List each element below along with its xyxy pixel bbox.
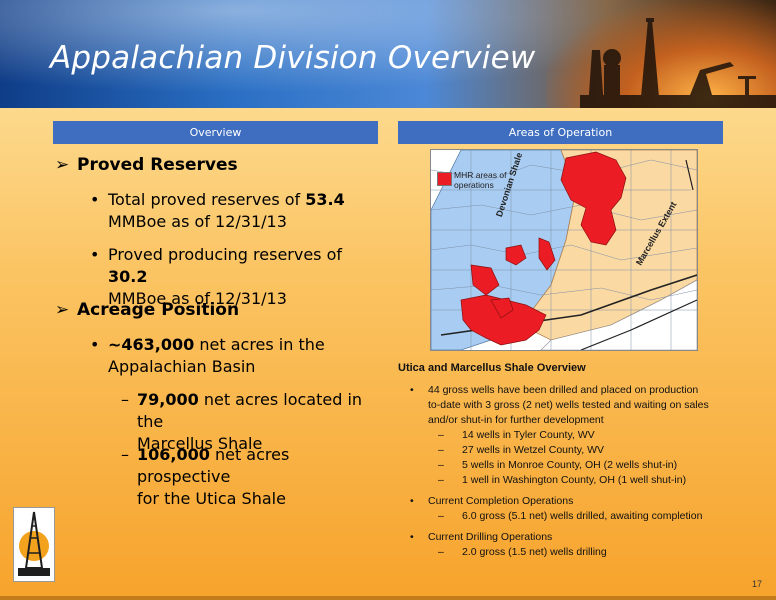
bullet-completion-operations: • Current Completion Operations (410, 495, 574, 507)
bullet-wells-drilled: • 44 gross wells have been drilled and p… (410, 384, 709, 426)
subbullet-washington: –1 well in Washington County, OH (1 well… (438, 474, 687, 486)
slide: Appalachian Division Overview Overview A… (0, 0, 776, 600)
legend-swatch (437, 172, 452, 186)
bullet-net-acres: • ~463,000 net acres in the Appalachian … (90, 335, 325, 376)
utica-marcellus-overview: Utica and Marcellus Shale Overview • 44 … (398, 362, 748, 560)
subbullet-completion: –6.0 gross (5.1 net) wells drilled, awai… (438, 510, 703, 522)
section-header-areas-of-operation: Areas of Operation (398, 121, 723, 144)
arrow-bullet-icon: ➢ (55, 155, 70, 175)
page-title: Appalachian Division Overview (50, 40, 536, 76)
bullet-drilling-operations: • Current Drilling Operations (410, 531, 553, 543)
bullet-total-reserves: • Total proved reserves of 53.4 MMBoe as… (90, 190, 345, 231)
subbullet-wetzel: –27 wells in Wetzel County, WV (438, 444, 604, 456)
subbullet-monroe: –5 wells in Monroe County, OH (2 wells s… (438, 459, 678, 471)
subbullet-tyler: –14 wells in Tyler County, WV (438, 429, 595, 441)
derrick-logo (13, 507, 55, 582)
page-number: 17 (751, 579, 762, 589)
overview-heading: Utica and Marcellus Shale Overview (398, 362, 586, 374)
subbullet-utica-acres: – 106,000 net acres prospective for the … (121, 445, 290, 508)
subbullet-drilling: –2.0 gross (1.5 net) wells drilling (438, 546, 607, 558)
footer-divider (0, 596, 776, 600)
heading-acreage-position: ➢ Acreage Position (55, 300, 240, 320)
header-banner: Appalachian Division Overview (0, 0, 776, 108)
section-header-overview: Overview (53, 121, 378, 144)
arrow-bullet-icon: ➢ (55, 300, 70, 320)
heading-proved-reserves: ➢ Proved Reserves (55, 155, 238, 175)
